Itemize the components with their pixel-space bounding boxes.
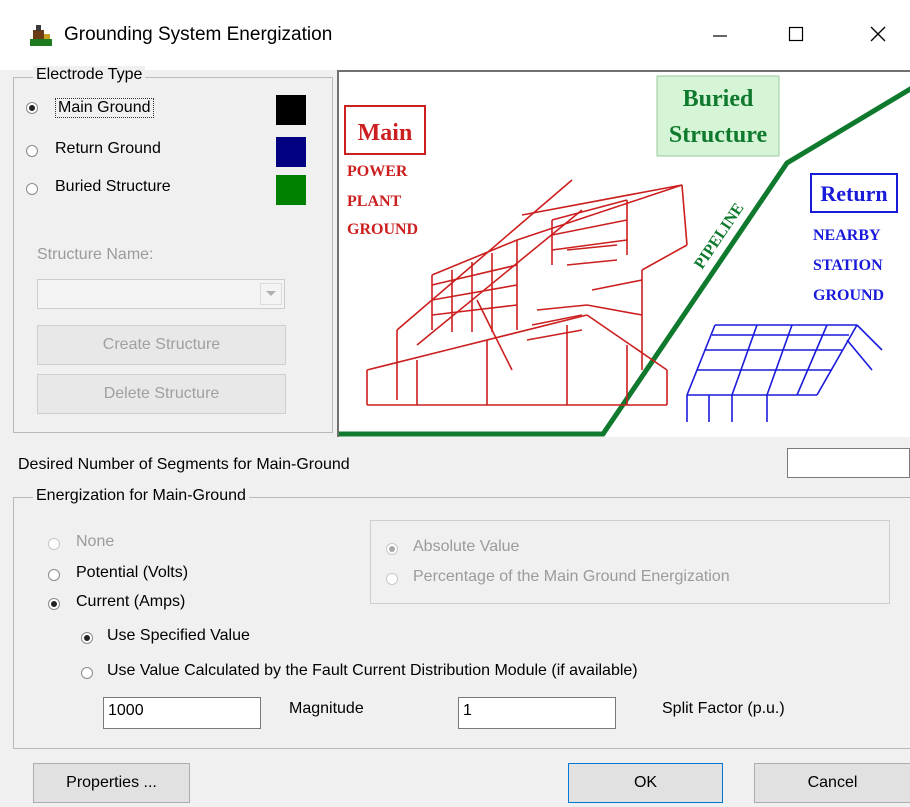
window-title: Grounding System Energization xyxy=(64,24,333,45)
radio-absolute-value[interactable] xyxy=(386,543,398,555)
split-factor-input[interactable]: 1 xyxy=(458,697,616,729)
magnitude-label: Magnitude xyxy=(289,700,364,717)
close-icon xyxy=(870,26,886,47)
main-caption-line-2: PLANT xyxy=(347,193,402,210)
minimize-icon xyxy=(712,26,728,47)
radio-buried-structure[interactable] xyxy=(26,183,38,195)
value-mode-group xyxy=(370,520,890,604)
radio-return-ground-label[interactable]: Return Ground xyxy=(55,140,161,158)
return-caption-line-2: STATION xyxy=(813,257,883,274)
main-caption-line-3: GROUND xyxy=(347,221,418,238)
split-factor-label: Split Factor (p.u.) xyxy=(662,700,785,717)
radio-percentage-label[interactable]: Percentage of the Main Ground Energizati… xyxy=(413,568,730,586)
grounding-diagram: Main POWER PLANT GROUND Buried Structure… xyxy=(337,70,910,437)
radio-none[interactable] xyxy=(48,538,60,550)
app-icon xyxy=(28,24,54,48)
radio-use-calculated-value-label[interactable]: Use Value Calculated by the Fault Curren… xyxy=(107,662,638,680)
radio-main-ground-label[interactable]: Main Ground xyxy=(55,98,154,118)
structure-name-dropdown[interactable] xyxy=(37,279,285,309)
main-caption-line-1: POWER xyxy=(347,163,408,180)
radio-absolute-value-label[interactable]: Absolute Value xyxy=(413,538,519,556)
radio-current-label[interactable]: Current (Amps) xyxy=(76,593,185,611)
radio-none-label[interactable]: None xyxy=(76,533,114,551)
minimize-button[interactable] xyxy=(690,14,750,58)
radio-potential[interactable] xyxy=(48,569,60,581)
magnitude-input[interactable]: 1000 xyxy=(103,697,261,729)
chevron-down-icon[interactable] xyxy=(260,283,282,305)
radio-percentage[interactable] xyxy=(386,573,398,585)
maximize-icon xyxy=(788,26,804,47)
create-structure-button[interactable]: Create Structure xyxy=(37,325,286,365)
return-caption-line-3: GROUND xyxy=(813,287,884,304)
title-bar: Grounding System Energization xyxy=(0,0,910,70)
radio-current[interactable] xyxy=(48,598,60,610)
radio-return-ground[interactable] xyxy=(26,145,38,157)
segments-input[interactable] xyxy=(787,448,910,478)
properties-button[interactable]: Properties ... xyxy=(33,763,190,803)
ok-button[interactable]: OK xyxy=(568,763,723,803)
return-caption-line-1: NEARBY xyxy=(813,227,881,244)
main-ground-color-swatch xyxy=(276,95,306,125)
buried-structure-color-swatch xyxy=(276,175,306,205)
radio-main-ground[interactable] xyxy=(26,102,38,114)
radio-buried-structure-label[interactable]: Buried Structure xyxy=(55,178,171,196)
radio-use-calculated-value[interactable] xyxy=(81,667,93,679)
energization-legend: Energization for Main-Ground xyxy=(33,487,249,505)
maximize-button[interactable] xyxy=(766,14,826,58)
radio-potential-label[interactable]: Potential (Volts) xyxy=(76,564,188,582)
return-ground-color-swatch xyxy=(276,137,306,167)
radio-use-specified-value[interactable] xyxy=(81,632,93,644)
close-button[interactable] xyxy=(848,14,908,58)
buried-box-line-1: Buried xyxy=(683,86,754,112)
radio-use-specified-value-label[interactable]: Use Specified Value xyxy=(107,627,250,645)
main-box-label: Main xyxy=(358,120,413,146)
structure-name-label: Structure Name: xyxy=(37,246,154,263)
return-box-label: Return xyxy=(820,181,887,206)
segments-label: Desired Number of Segments for Main-Grou… xyxy=(18,456,350,473)
electrode-type-legend: Electrode Type xyxy=(33,66,146,84)
delete-structure-button[interactable]: Delete Structure xyxy=(37,374,286,414)
buried-box-line-2: Structure xyxy=(669,122,768,148)
cancel-button[interactable]: Cancel xyxy=(754,763,910,803)
